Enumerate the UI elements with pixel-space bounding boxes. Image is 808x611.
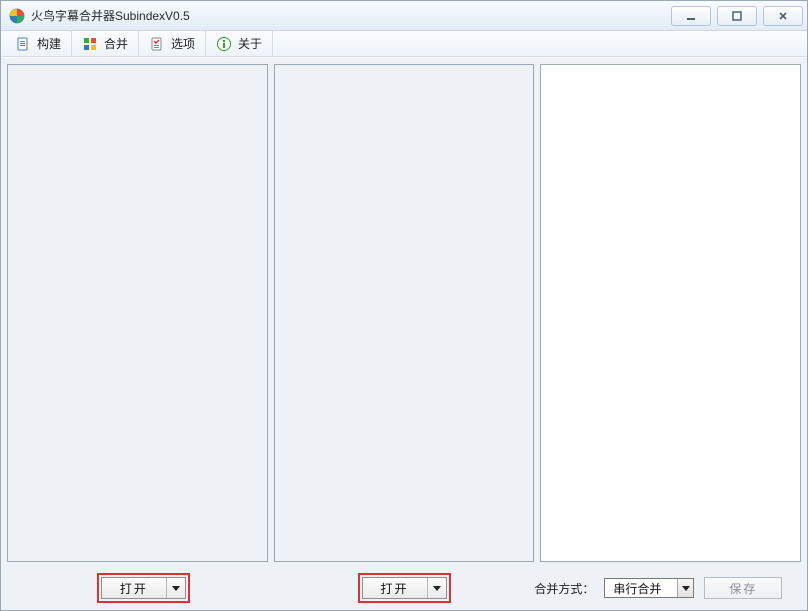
highlight-left: 打开 — [97, 573, 190, 603]
toolbar-about[interactable]: 关于 — [206, 31, 273, 56]
toolbar-about-label: 关于 — [238, 35, 262, 52]
merge-mode-combo[interactable]: 串行合并 — [604, 578, 694, 598]
toolbar-options[interactable]: 选项 — [139, 31, 206, 56]
open-left-dropdown[interactable] — [167, 578, 185, 598]
window-buttons — [671, 6, 803, 26]
document-icon — [15, 36, 31, 52]
merge-mode-label: 合并方式： — [534, 580, 594, 597]
window-title: 火鸟字幕合并器SubindexV0.5 — [31, 7, 190, 24]
panel-left-content — [8, 65, 267, 561]
chevron-down-icon — [433, 586, 441, 591]
options-icon — [149, 36, 165, 52]
toolbar-build-label: 构建 — [37, 35, 61, 52]
open-left-label: 打开 — [102, 578, 167, 598]
panel-left-scroll[interactable] — [8, 65, 267, 561]
open-middle-label: 打开 — [363, 578, 428, 598]
panel-middle-content — [275, 65, 534, 561]
about-icon — [216, 36, 232, 52]
open-left-button[interactable]: 打开 — [101, 577, 186, 599]
chevron-down-icon — [682, 586, 690, 591]
close-button[interactable] — [763, 6, 803, 26]
toolbar-merge-label: 合并 — [104, 35, 128, 52]
bottom-col-right: 合并方式： 串行合并 保存 — [534, 577, 795, 599]
open-middle-button[interactable]: 打开 — [362, 577, 447, 599]
panel-middle — [274, 64, 535, 562]
app-window: 火鸟字幕合并器SubindexV0.5 — [0, 0, 808, 611]
maximize-button[interactable] — [717, 6, 757, 26]
save-button[interactable]: 保存 — [704, 577, 782, 599]
panel-right — [540, 64, 801, 562]
app-icon — [9, 8, 25, 24]
panel-left — [7, 64, 268, 562]
panels-row — [7, 64, 801, 562]
merge-mode-value: 串行合并 — [605, 579, 677, 597]
merge-icon — [82, 36, 98, 52]
bottom-col-middle: 打开 — [274, 573, 535, 603]
panel-middle-scroll[interactable] — [275, 65, 534, 561]
open-middle-dropdown[interactable] — [428, 578, 446, 598]
merge-mode-dropdown[interactable] — [677, 579, 693, 597]
toolbar-merge[interactable]: 合并 — [72, 31, 139, 56]
highlight-middle: 打开 — [358, 573, 451, 603]
chevron-down-icon — [172, 586, 180, 591]
toolbar-options-label: 选项 — [171, 35, 195, 52]
bottom-col-left: 打开 — [13, 573, 274, 603]
panel-right-scroll[interactable] — [541, 65, 800, 561]
minimize-button[interactable] — [671, 6, 711, 26]
client-area: 打开 打开 合并方式： 串行合并 — [1, 57, 807, 610]
save-button-label: 保存 — [729, 580, 757, 597]
toolbar-build[interactable]: 构建 — [5, 31, 72, 56]
titlebar: 火鸟字幕合并器SubindexV0.5 — [1, 1, 807, 31]
bottom-row: 打开 打开 合并方式： 串行合并 — [7, 572, 801, 604]
toolbar: 构建 合并 选项 — [1, 31, 807, 57]
panel-right-content — [541, 65, 800, 561]
